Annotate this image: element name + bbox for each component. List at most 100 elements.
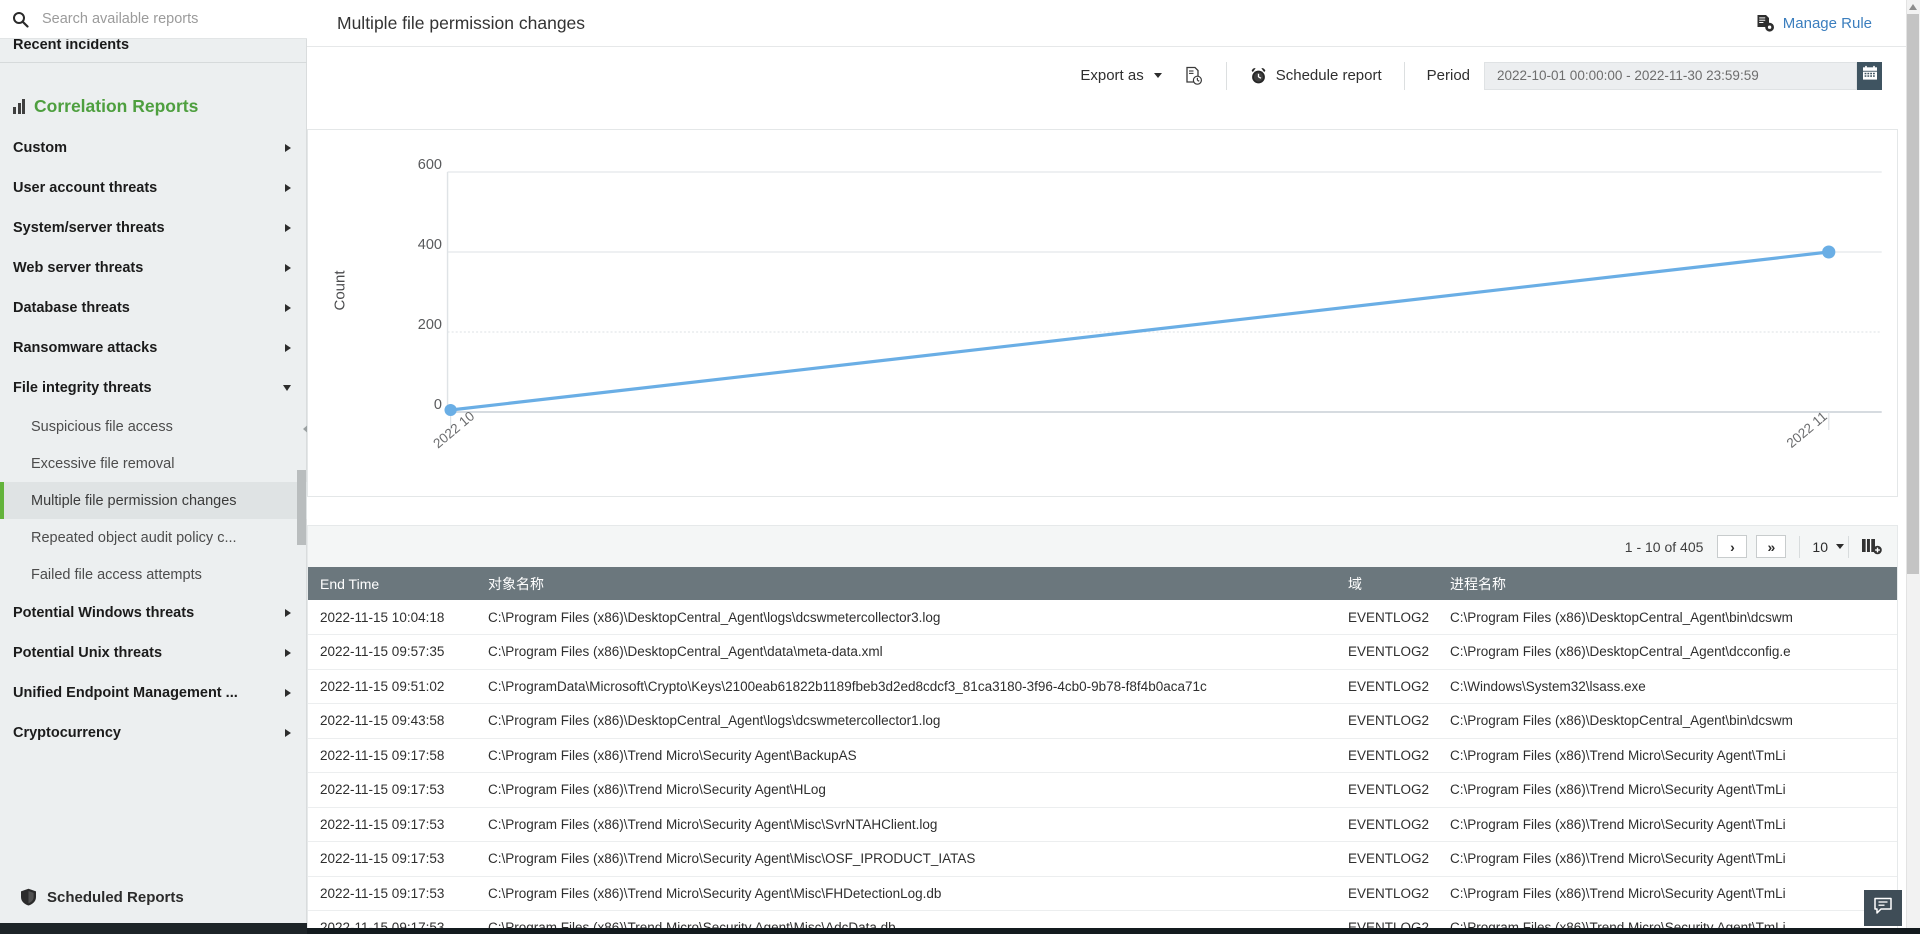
nav-group-potential-unix-threats[interactable]: Potential Unix threats (0, 633, 307, 673)
next-page-button[interactable]: › (1717, 535, 1748, 558)
column-settings-icon[interactable] (1861, 537, 1883, 556)
export-as-label: Export as (1080, 67, 1144, 84)
nav-group-potential-windows-threats[interactable]: Potential Windows threats (0, 593, 307, 633)
search-bar (0, 0, 307, 39)
cell-object-name: C:\Program Files (x86)\Trend Micro\Secur… (476, 807, 1336, 842)
chevron-right-icon (285, 304, 291, 312)
chevron-right-icon (285, 224, 291, 232)
schedule-report-button[interactable]: Schedule report (1249, 66, 1382, 85)
nav-group-web-server-threats[interactable]: Web server threats (0, 248, 307, 288)
nav-group-user-account-threats[interactable]: User account threats (0, 168, 307, 208)
page-header: Multiple file permission changes Manage … (307, 0, 1920, 47)
period-input[interactable]: 2022-10-01 00:00:00 - 2022-11-30 23:59:5… (1484, 61, 1857, 90)
bar-chart-icon (13, 99, 25, 114)
chart-point-2022-11[interactable] (1822, 245, 1836, 259)
sidebar-scrollbar[interactable] (297, 62, 306, 934)
calendar-picker-button[interactable] (1857, 61, 1882, 90)
nav-group-ransomware-attacks[interactable]: Ransomware attacks (0, 328, 307, 368)
toolbar-divider (1403, 61, 1405, 90)
cell-domain: EVENTLOG2 (1336, 634, 1438, 670)
reports-nav: Custom User account threats System/serve… (0, 128, 307, 753)
alarm-clock-icon (1249, 66, 1268, 85)
table-row[interactable]: 2022-11-15 09:51:02 C:\ProgramData\Micro… (308, 669, 1897, 704)
column-header-process-name[interactable]: 进程名称 (1438, 567, 1897, 600)
report-toolbar: Export as Schedule report Period 2022-10… (307, 47, 1920, 104)
sidebar-item-repeated-object-audit-policy[interactable]: Repeated object audit policy c... (0, 519, 307, 556)
cell-object-name: C:\Program Files (x86)\DesktopCentral_Ag… (476, 634, 1336, 670)
recent-incidents-label[interactable]: Recent incidents (0, 39, 307, 62)
cell-process-name: C:\Windows\System32\lsass.exe (1438, 669, 1897, 704)
table-row[interactable]: 2022-11-15 09:57:35 C:\Program Files (x8… (308, 634, 1897, 670)
nav-group-cryptocurrency[interactable]: Cryptocurrency (0, 713, 307, 753)
table-row[interactable]: 2022-11-15 10:04:18 C:\Program Files (x8… (308, 600, 1897, 635)
column-header-domain[interactable]: 域 (1336, 567, 1438, 600)
nav-group-custom[interactable]: Custom (0, 128, 307, 168)
cell-domain: EVENTLOG2 (1336, 703, 1438, 739)
sidebar-bottom-bar (0, 923, 307, 934)
cell-end-time: 2022-11-15 09:57:35 (308, 634, 476, 670)
chevron-right-icon (285, 344, 291, 352)
cell-object-name: C:\Program Files (x86)\Trend Micro\Secur… (476, 738, 1336, 773)
cell-domain: EVENTLOG2 (1336, 772, 1438, 808)
period-value: 2022-10-01 00:00:00 - 2022-11-30 23:59:5… (1497, 68, 1759, 83)
nav-label: Cryptocurrency (13, 725, 121, 741)
last-page-button[interactable]: » (1756, 535, 1787, 558)
main-scrollbar[interactable] (1906, 0, 1920, 934)
page-title: Multiple file permission changes (337, 12, 586, 33)
sidebar-item-excessive-file-removal[interactable]: Excessive file removal (0, 445, 307, 482)
main-scroll-thumb[interactable] (1907, 14, 1919, 574)
nav-label: Database threats (13, 300, 130, 316)
cell-domain: EVENTLOG2 (1336, 807, 1438, 842)
nav-label: Excessive file removal (31, 455, 175, 472)
table-row[interactable]: 2022-11-15 09:17:58 C:\Program Files (x8… (308, 738, 1897, 773)
manage-rule-label: Manage Rule (1782, 14, 1872, 32)
page-size-value: 10 (1812, 538, 1828, 555)
nav-label: User account threats (13, 180, 158, 196)
nav-label: Multiple file permission changes (31, 492, 237, 509)
table-row[interactable]: 2022-11-15 09:17:53 C:\Program Files (x8… (308, 876, 1897, 911)
sidebar-item-failed-file-access-attempts[interactable]: Failed file access attempts (0, 556, 307, 593)
sidebar-item-suspicious-file-access[interactable]: Suspicious file access (0, 408, 307, 445)
table-row[interactable]: 2022-11-15 09:43:58 C:\Program Files (x8… (308, 703, 1897, 739)
sidebar: Recent incidents Correlation Reports Cus… (0, 0, 310, 934)
chat-widget-button[interactable] (1864, 890, 1902, 926)
table-row[interactable]: 2022-11-15 09:17:53 C:\Program Files (x8… (308, 772, 1897, 808)
cell-end-time: 2022-11-15 09:17:53 (308, 841, 476, 877)
cell-end-time: 2022-11-15 09:17:53 (308, 772, 476, 808)
nav-group-file-integrity-threats[interactable]: File integrity threats (0, 368, 307, 408)
export-pdf-icon[interactable] (1184, 66, 1204, 86)
cell-object-name: C:\Program Files (x86)\Trend Micro\Secur… (476, 841, 1336, 877)
cell-end-time: 2022-11-15 09:51:02 (308, 669, 476, 704)
sidebar-item-multiple-file-permission-changes[interactable]: Multiple file permission changes (0, 482, 307, 519)
main-content: Multiple file permission changes Manage … (307, 0, 1920, 934)
correlation-reports-heading: Correlation Reports (13, 96, 198, 117)
sidebar-scroll-thumb[interactable] (297, 470, 306, 545)
table-row[interactable]: 2022-11-15 09:17:53 C:\Program Files (x8… (308, 807, 1897, 842)
cell-domain: EVENTLOG2 (1336, 876, 1438, 911)
sidebar-divider (0, 62, 307, 63)
scroll-up-arrow-icon[interactable] (1909, 4, 1917, 10)
page-size-dropdown[interactable]: 10 (1812, 539, 1844, 555)
pagination-range: 1 - 10 of 405 (1624, 538, 1704, 555)
cell-object-name: C:\Program Files (x86)\DesktopCentral_Ag… (476, 703, 1336, 739)
nav-label: Custom (13, 140, 67, 156)
scheduled-reports-link[interactable]: Scheduled Reports (0, 888, 307, 906)
cell-process-name: C:\Program Files (x86)\DesktopCentral_Ag… (1438, 600, 1897, 635)
cell-end-time: 2022-11-15 10:04:18 (308, 600, 476, 635)
column-header-end-time[interactable]: End Time (308, 567, 476, 600)
cell-process-name: C:\Program Files (x86)\Trend Micro\Secur… (1438, 841, 1897, 877)
manage-rule-icon (1756, 14, 1775, 33)
manage-rule-button[interactable]: Manage Rule (1756, 14, 1898, 33)
export-as-dropdown[interactable]: Export as (1080, 67, 1162, 84)
chart-point-2022-10[interactable] (444, 404, 457, 416)
search-input[interactable] (30, 10, 297, 28)
table-row[interactable]: 2022-11-15 09:17:53 C:\Program Files (x8… (308, 841, 1897, 877)
column-header-object-name[interactable]: 对象名称 (476, 567, 1336, 600)
cell-object-name: C:\Program Files (x86)\Trend Micro\Secur… (476, 876, 1336, 911)
nav-group-unified-endpoint-management[interactable]: Unified Endpoint Management ... (0, 673, 307, 713)
scheduled-reports-label: Scheduled Reports (47, 888, 184, 906)
nav-group-system-server-threats[interactable]: System/server threats (0, 208, 307, 248)
nav-group-database-threats[interactable]: Database threats (0, 288, 307, 328)
chat-bubble-icon (1873, 897, 1893, 920)
results-grid-scroll[interactable]: End Time 对象名称 域 进程名称 2022-11-15 10:04:18… (307, 567, 1898, 934)
